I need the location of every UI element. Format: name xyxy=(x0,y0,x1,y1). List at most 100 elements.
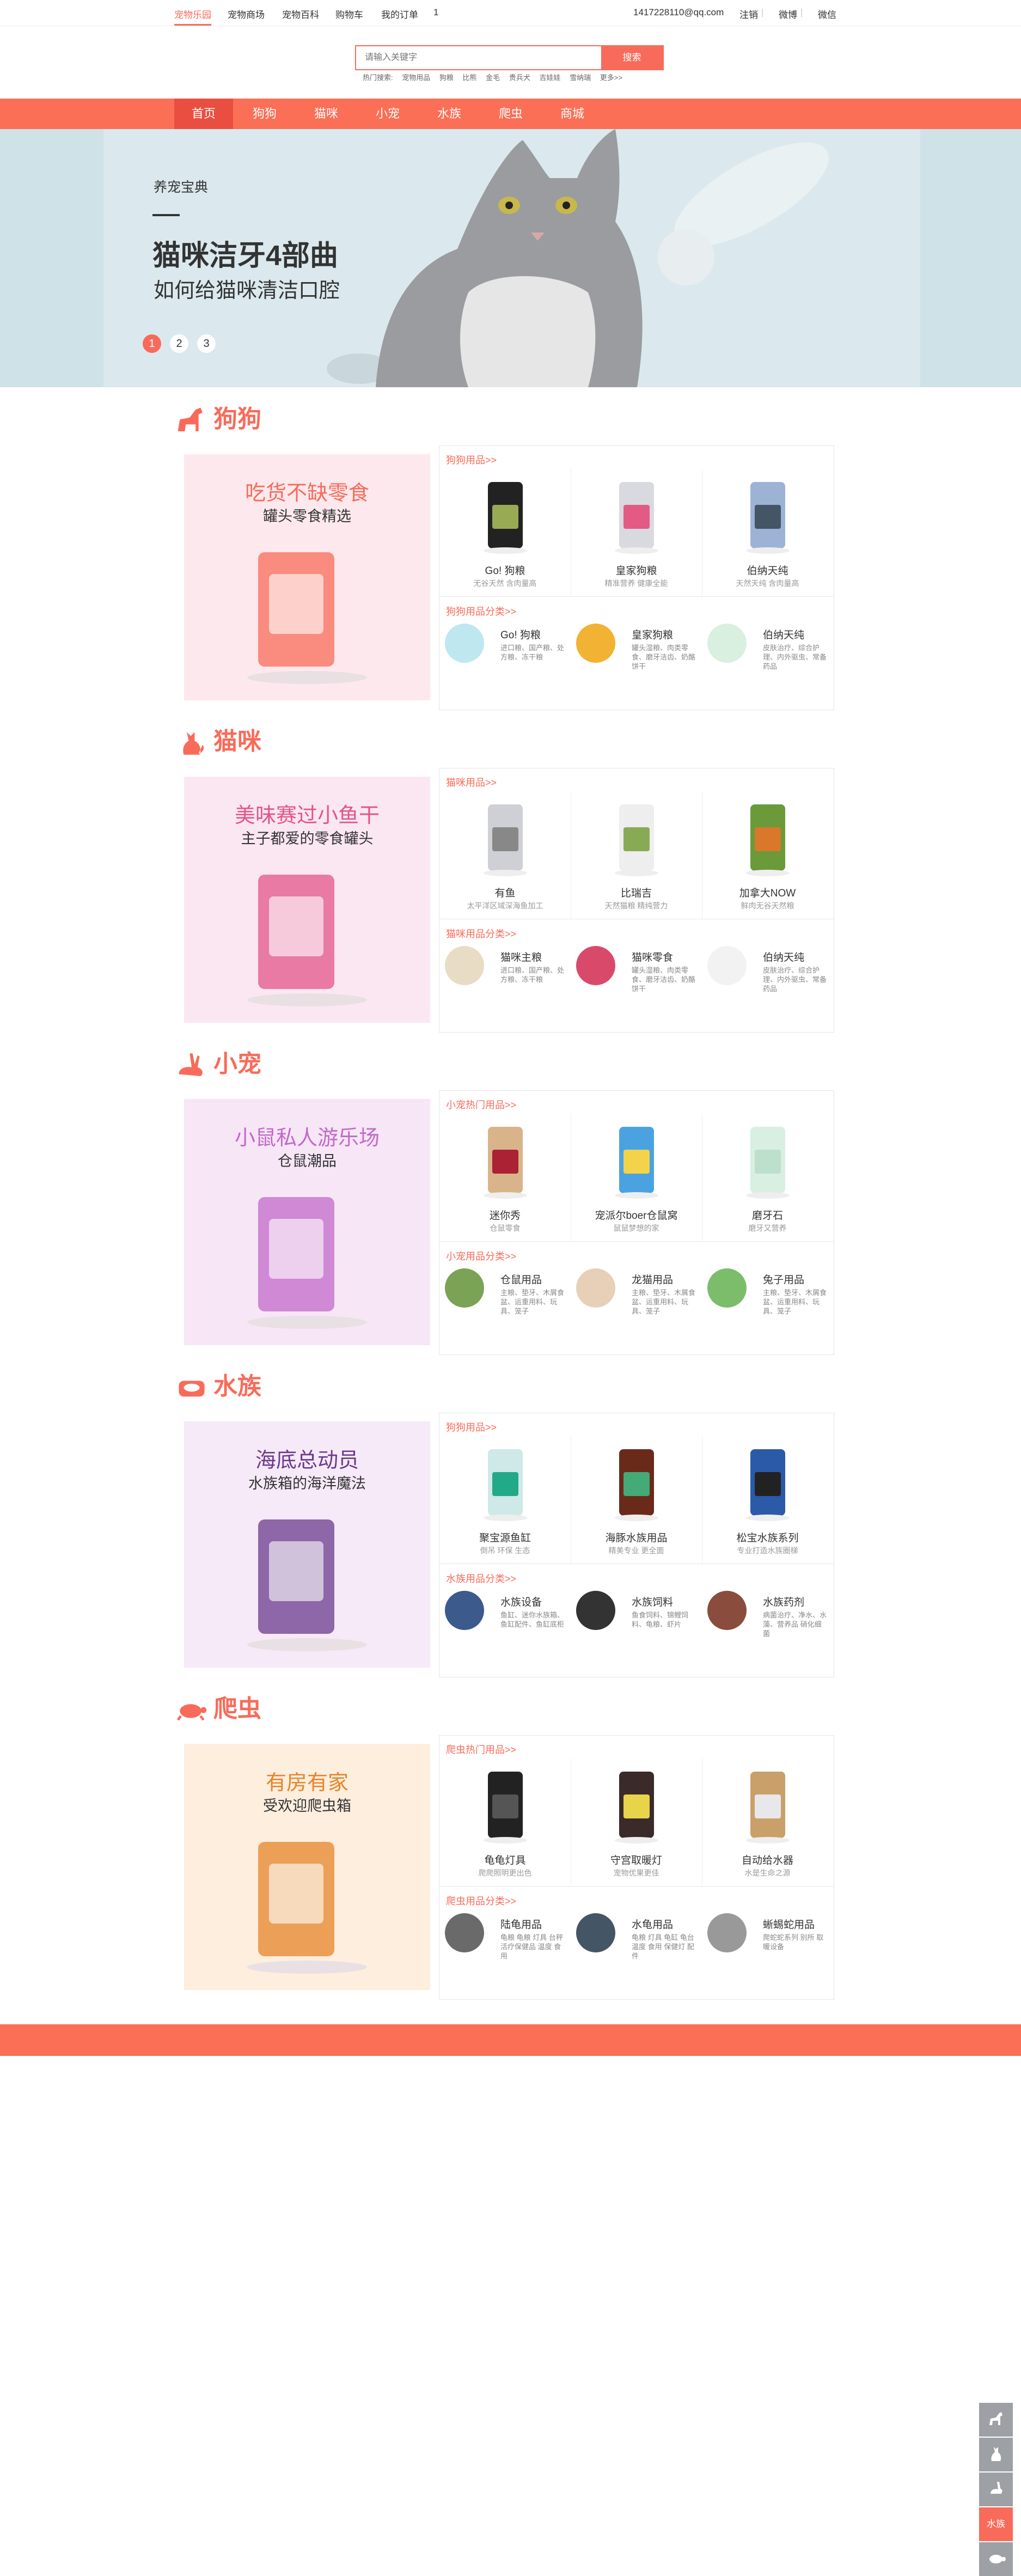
product-name: 有鱼 xyxy=(494,888,516,899)
product-panel: 爬虫热门用品>> 爬虫用品分类>> 龟龟灯具 爬爬照明更出色 守宫取暖灯 宠物优… xyxy=(439,1735,834,2000)
product-card[interactable]: 海豚水族用品 精美专业 更全面 xyxy=(571,1436,702,1568)
hot-search-link[interactable]: 狗粮 xyxy=(439,74,454,82)
subcategory-desc: 鱼缸、迷你水族箱、鱼缸配件、鱼缸底柜 xyxy=(500,1611,565,1628)
hot-products-link[interactable]: 猫咪用品>> xyxy=(446,775,497,789)
category-link[interactable]: 水族用品分类>> xyxy=(446,1571,516,1585)
subcategory-item[interactable]: 陆龟用品 龟粮 龟粮 灯具 台秤 活疗保健品 温度 食用 xyxy=(439,1913,571,1984)
nav-home[interactable]: 首页 xyxy=(174,99,233,129)
product-card[interactable]: 龟龟灯具 爬爬照明更出色 xyxy=(439,1759,571,1890)
top-link-my-orders[interactable]: 我的订单 xyxy=(381,7,418,21)
top-link-pet-paradise[interactable]: 宠物乐园 xyxy=(174,7,211,26)
product-name: 松宝水族系列 xyxy=(736,1533,799,1544)
search-button[interactable]: 搜索 xyxy=(601,46,663,69)
hot-search-label: 热门搜索: xyxy=(363,74,393,82)
logout-link[interactable]: 注销 xyxy=(739,7,758,21)
promo-banner[interactable]: 海底总动员 水族箱的海洋魔法 xyxy=(184,1421,430,1668)
nav-aquarium[interactable]: 水族 xyxy=(420,99,479,129)
product-card[interactable]: 比瑞吉 天然猫粮 精纯营力 xyxy=(571,791,702,923)
product-card[interactable]: 松宝水族系列 专业打造水族圈梯 xyxy=(702,1436,833,1568)
sidebar-small-pet[interactable] xyxy=(979,2473,1013,2506)
category-link[interactable]: 狗狗用品分类>> xyxy=(446,604,516,618)
subcategory-item[interactable]: Go! 狗粮 进口粮、国产粮、处方粮、冻干粮 xyxy=(439,624,571,694)
promo-subline: 仓鼠潮品 xyxy=(278,1153,337,1169)
sidebar-dog[interactable] xyxy=(979,2403,1013,2437)
subcategory-item[interactable]: 水龟用品 龟粮 灯具 龟缸 龟台 温度 食用 保健灯 配件 xyxy=(571,1913,702,1984)
product-card[interactable]: 迷你秀 仓鼠零食 xyxy=(439,1114,571,1246)
hot-products-link[interactable]: 狗狗用品>> xyxy=(446,1420,497,1434)
subcategory-item[interactable]: 龙猫用品 主粮、垫牙、木屑食盆、运重用料、玩具、笼子 xyxy=(571,1268,702,1339)
hot-search-link[interactable]: 金毛 xyxy=(486,74,500,82)
subcategory-item[interactable]: 仓鼠用品 主粮、垫牙、木屑食盆、运重用料、玩具、笼子 xyxy=(439,1268,571,1339)
product-card[interactable]: 宠派尔boer仓鼠窝 鼠鼠梦想的家 xyxy=(571,1114,702,1246)
product-card[interactable]: 皇家狗粮 精准营养 健康全能 xyxy=(571,469,702,601)
product-card[interactable]: 加拿大NOW 鲜肉无谷天然粮 xyxy=(702,791,833,923)
promo-image xyxy=(247,1842,367,1974)
subcategory-item[interactable]: 兔子用品 主粮、垫牙、木屑食盆、运重用料、玩具、笼子 xyxy=(702,1268,834,1339)
category-link[interactable]: 小宠用品分类>> xyxy=(446,1249,516,1263)
search-input[interactable] xyxy=(356,46,601,69)
subcategory-desc: 罐头湿粮、肉类零食、磨牙洁齿、奶酪饼干 xyxy=(632,644,696,670)
sidebar-aquarium[interactable]: 水族 xyxy=(979,2507,1013,2541)
hot-products-link[interactable]: 爬虫热门用品>> xyxy=(446,1742,516,1756)
hot-search-link[interactable]: 雪纳瑞 xyxy=(570,74,591,82)
product-card[interactable]: 聚宝源鱼缸 倒吊 环保 生态 xyxy=(439,1436,571,1568)
banner-dot-2[interactable]: 2 xyxy=(170,334,188,353)
subcategory-item[interactable]: 水族药剂 病菌治疗、净水、水藻、营养品 硝化细菌 xyxy=(702,1591,834,1662)
subcategory-avatar xyxy=(445,624,484,663)
sidebar-cat[interactable] xyxy=(979,2438,1013,2471)
subcategory-item[interactable]: 猫咪主粮 进口粮、国产粮、处方粮、冻干粮 xyxy=(439,946,571,1017)
subcategory-item[interactable]: 皇家狗粮 罐头湿粮、肉类零食、磨牙洁齿、奶酪饼干 xyxy=(571,624,702,694)
sidebar-reptile[interactable] xyxy=(979,2542,1013,2576)
section-title-text: 猫咪 xyxy=(213,728,261,755)
top-link-pet-wiki[interactable]: 宠物百科 xyxy=(282,7,319,21)
hot-search-link[interactable]: 吉娃娃 xyxy=(539,74,560,82)
top-link-cart[interactable]: 购物车 xyxy=(335,7,363,21)
hot-search-link[interactable]: 宠物用品 xyxy=(402,74,430,82)
promo-banner[interactable]: 吃货不缺零食 罐头零食精选 xyxy=(184,454,430,700)
divider: | xyxy=(761,7,764,17)
subcategory-name: 水龟用品 xyxy=(632,1919,674,1931)
promo-headline: 美味赛过小鱼干 xyxy=(234,804,380,827)
section-title-2: 小宠 xyxy=(174,1047,261,1082)
subcategory-avatar xyxy=(445,1591,484,1630)
promo-banner[interactable]: 有房有家 受欢迎爬虫箱 xyxy=(184,1744,430,1990)
hot-products-link[interactable]: 小宠热门用品>> xyxy=(446,1097,516,1112)
hot-search-link[interactable]: 贵兵犬 xyxy=(509,74,530,82)
nav-reptiles[interactable]: 爬虫 xyxy=(481,99,540,129)
hero-banner[interactable]: 养宠宝典 猫咪洁牙4部曲 如何给猫咪清洁口腔 1 2 3 xyxy=(0,129,1021,387)
promo-banner[interactable]: 美味赛过小鱼干 主子都爱的零食罐头 xyxy=(184,777,430,1023)
nav-small-pets[interactable]: 小宠 xyxy=(358,99,417,129)
product-card[interactable]: 有鱼 太平洋区域深海鱼加工 xyxy=(439,791,571,923)
subcategory-avatar xyxy=(576,624,615,663)
hot-search-more[interactable]: 更多>> xyxy=(600,74,622,82)
nav-mall[interactable]: 商城 xyxy=(543,99,602,129)
hot-products-link[interactable]: 狗狗用品>> xyxy=(446,453,497,467)
product-image xyxy=(614,482,658,554)
wechat-link[interactable]: 微信 xyxy=(818,7,836,21)
product-card[interactable]: 守宫取暖灯 宠物优果更佳 xyxy=(571,1759,702,1890)
section-title-0: 狗狗 xyxy=(174,402,261,437)
promo-banner[interactable]: 小鼠私人游乐场 仓鼠潮品 xyxy=(184,1099,430,1345)
weibo-link[interactable]: 微博 xyxy=(779,7,797,21)
nav-dogs[interactable]: 狗狗 xyxy=(235,99,294,129)
subcategory-desc: 主粮、垫牙、木屑食盆、运重用料、玩具、笼子 xyxy=(763,1289,827,1315)
banner-dot-1[interactable]: 1 xyxy=(143,334,161,353)
subcategory-name: Go! 狗粮 xyxy=(500,630,541,641)
subcategory-item[interactable]: 猫咪零食 罐头湿粮、肉类零食、磨牙洁齿、奶酪饼干 xyxy=(571,946,702,1017)
hot-search-link[interactable]: 比熊 xyxy=(463,74,477,82)
subcategory-item[interactable]: 伯纳天纯 皮肤治疗、综合护理、内外驱虫、常备药品 xyxy=(702,624,834,694)
product-card[interactable]: Go! 狗粮 无谷天然 含肉量高 xyxy=(439,469,571,601)
subcategory-item[interactable]: 水族设备 鱼缸、迷你水族箱、鱼缸配件、鱼缸底柜 xyxy=(439,1591,571,1662)
subcategory-item[interactable]: 蜥蜴蛇用品 爬蛇蛇系列 别所 取暖设备 xyxy=(702,1913,834,1984)
subcategory-item[interactable]: 水族饲料 鱼食饲料、锦鲤饲料、龟粮、虾片 xyxy=(571,1591,702,1662)
category-link[interactable]: 猫咪用品分类>> xyxy=(446,926,516,941)
product-card[interactable]: 自动给水器 水是生命之源 xyxy=(702,1759,833,1890)
product-card[interactable]: 伯纳天纯 天然天纯 含肉量高 xyxy=(702,469,833,601)
banner-dot-3[interactable]: 3 xyxy=(197,334,216,353)
nav-cats[interactable]: 猫咪 xyxy=(297,99,356,129)
subcategory-name: 猫咪主粮 xyxy=(500,952,542,963)
product-card[interactable]: 磨牙石 磨牙又营养 xyxy=(702,1114,833,1246)
subcategory-item[interactable]: 伯纳天纯 皮肤治疗、综合护理、内外驱虫、常备药品 xyxy=(702,946,834,1017)
top-link-pet-mall[interactable]: 宠物商场 xyxy=(228,7,265,21)
category-link[interactable]: 爬虫用品分类>> xyxy=(446,1894,516,1908)
